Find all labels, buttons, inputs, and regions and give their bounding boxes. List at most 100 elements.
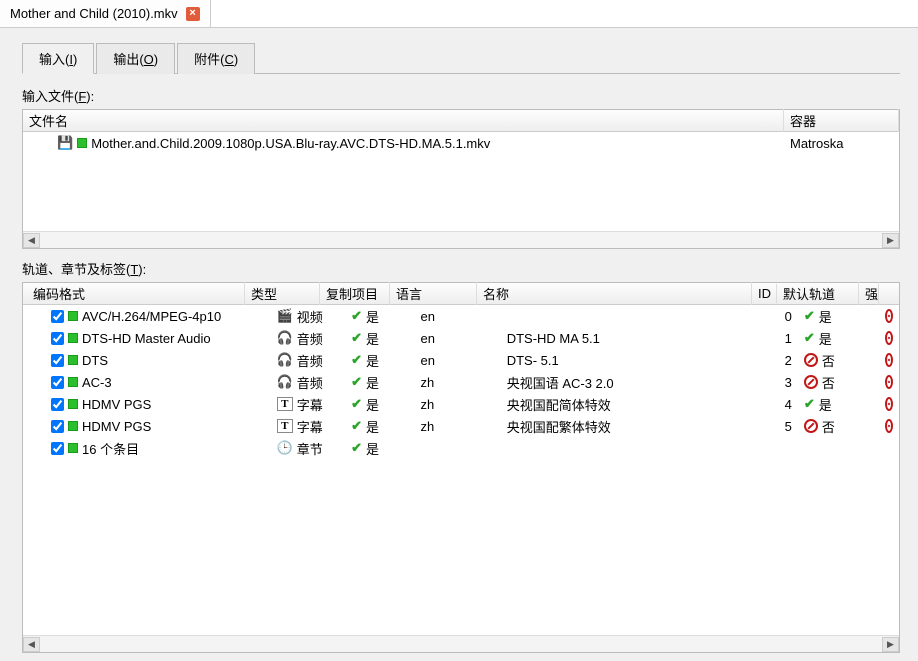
- tracks-header-id[interactable]: ID: [752, 284, 777, 303]
- track-row[interactable]: HDMV PGST字幕✔ 是zh央视国配繁体特效5 否: [23, 415, 899, 437]
- disk-icon: 💾: [57, 135, 73, 151]
- track-name: 央视国配简体特效: [501, 395, 773, 414]
- track-checkbox[interactable]: [51, 398, 64, 411]
- track-lang: en: [414, 353, 500, 368]
- track-name: DTS-HD MA 5.1: [501, 331, 773, 346]
- track-type: 音频: [297, 351, 323, 370]
- files-header-name[interactable]: 文件名: [23, 109, 784, 132]
- track-row[interactable]: 16 个条目🕒章节✔ 是: [23, 437, 899, 459]
- no-icon: [804, 353, 818, 367]
- close-icon[interactable]: ×: [186, 7, 200, 21]
- track-name: 央视国配繁体特效: [501, 417, 773, 436]
- track-default: ✔ 是: [798, 307, 879, 326]
- track-row[interactable]: AC-3🎧音频✔ 是zh央视国语 AC-3 2.03 否: [23, 371, 899, 393]
- video-icon: 🎬: [277, 308, 293, 324]
- content-area: 输入(I) 输出(O) 附件(C) 输入文件(F): 文件名 容器 💾: [0, 28, 918, 661]
- check-icon: ✔: [804, 330, 815, 346]
- track-codec: AC-3: [82, 375, 112, 390]
- tracks-panel: 编码格式 类型 复制项目 语言 名称 ID 默认轨道 强 AVC/H.264/M…: [22, 282, 900, 653]
- track-forced: [879, 353, 899, 367]
- track-row[interactable]: DTS🎧音频✔ 是enDTS- 5.12 否: [23, 349, 899, 371]
- status-square-icon: [68, 355, 78, 365]
- track-row[interactable]: HDMV PGST字幕✔ 是zh央视国配简体特效4✔ 是: [23, 393, 899, 415]
- scroll-right-icon[interactable]: ▶: [882, 637, 899, 652]
- track-default: ✔ 是: [798, 329, 879, 348]
- subtitle-icon: T: [277, 397, 293, 411]
- files-rows: 💾 Mother.and.Child.2009.1080p.USA.Blu-ra…: [23, 132, 899, 231]
- page-tabbar: 输入(I) 输出(O) 附件(C): [22, 42, 900, 74]
- tracks-header-name[interactable]: 名称: [477, 282, 752, 305]
- track-checkbox[interactable]: [51, 310, 64, 323]
- track-checkbox[interactable]: [51, 420, 64, 433]
- track-lang: zh: [414, 419, 500, 434]
- track-copy: ✔ 是: [345, 329, 414, 348]
- track-copy: ✔ 是: [345, 439, 414, 458]
- tab-output[interactable]: 输出(O): [96, 43, 175, 74]
- tracks-hscroll[interactable]: ◀ ▶: [23, 635, 899, 652]
- track-checkbox[interactable]: [51, 376, 64, 389]
- track-id: 3: [773, 375, 798, 390]
- scroll-left-icon[interactable]: ◀: [23, 233, 40, 248]
- status-square-icon: [68, 421, 78, 431]
- track-checkbox[interactable]: [51, 442, 64, 455]
- audio-icon: 🎧: [277, 374, 293, 390]
- track-forced: [879, 331, 899, 345]
- no-icon: [804, 375, 818, 389]
- tracks-header-lang[interactable]: 语言: [390, 282, 477, 305]
- track-type: 字幕: [297, 395, 323, 414]
- tab-input[interactable]: 输入(I): [22, 43, 94, 74]
- track-forced: [879, 309, 899, 323]
- tracks-header-type[interactable]: 类型: [245, 282, 320, 305]
- check-icon: ✔: [804, 308, 815, 324]
- track-codec: HDMV PGS: [82, 419, 151, 434]
- track-id: 0: [773, 309, 798, 324]
- files-hscroll[interactable]: ◀ ▶: [23, 231, 899, 248]
- check-icon: ✔: [804, 396, 815, 412]
- tracks-label: 轨道、章节及标签(T):: [22, 259, 900, 278]
- no-icon: [885, 375, 893, 389]
- document-tab[interactable]: Mother and Child (2010).mkv ×: [0, 0, 211, 27]
- check-icon: ✔: [351, 396, 362, 412]
- track-row[interactable]: AVC/H.264/MPEG-4p10🎬视频✔ 是en0✔ 是: [23, 305, 899, 327]
- track-name: DTS- 5.1: [501, 353, 773, 368]
- input-files-label: 输入文件(F):: [22, 86, 900, 105]
- status-square-icon: [68, 333, 78, 343]
- track-checkbox[interactable]: [51, 354, 64, 367]
- track-default: 否: [798, 351, 879, 370]
- chapters-icon: 🕒: [277, 440, 293, 456]
- track-id: 5: [773, 419, 798, 434]
- file-name: Mother.and.Child.2009.1080p.USA.Blu-ray.…: [91, 136, 490, 151]
- tab-attachments[interactable]: 附件(C): [177, 43, 255, 74]
- no-icon: [885, 397, 893, 411]
- tracks-header-copy[interactable]: 复制项目: [320, 282, 390, 305]
- document-tabbar: Mother and Child (2010).mkv ×: [0, 0, 918, 28]
- tracks-header-codec[interactable]: 编码格式: [23, 282, 245, 305]
- track-copy: ✔ 是: [345, 395, 414, 414]
- tracks-header-default[interactable]: 默认轨道: [777, 282, 859, 305]
- scroll-left-icon[interactable]: ◀: [23, 637, 40, 652]
- check-icon: ✔: [351, 374, 362, 390]
- track-forced: [879, 375, 899, 389]
- tracks-headers: 编码格式 类型 复制项目 语言 名称 ID 默认轨道 强: [23, 283, 899, 305]
- track-name: 央视国语 AC-3 2.0: [501, 373, 773, 392]
- tracks-header-forced[interactable]: 强: [859, 282, 879, 305]
- track-forced: [879, 397, 899, 411]
- audio-icon: 🎧: [277, 352, 293, 368]
- files-header-container[interactable]: 容器: [784, 109, 899, 132]
- track-type: 视频: [297, 307, 323, 326]
- track-lang: zh: [414, 397, 500, 412]
- file-row[interactable]: 💾 Mother.and.Child.2009.1080p.USA.Blu-ra…: [23, 132, 899, 154]
- track-type: 音频: [297, 373, 323, 392]
- document-tab-title: Mother and Child (2010).mkv: [10, 6, 178, 21]
- track-copy: ✔ 是: [345, 307, 414, 326]
- track-checkbox[interactable]: [51, 332, 64, 345]
- scroll-right-icon[interactable]: ▶: [882, 233, 899, 248]
- track-lang: en: [414, 331, 500, 346]
- files-headers: 文件名 容器: [23, 110, 899, 132]
- no-icon: [885, 309, 893, 323]
- track-copy: ✔ 是: [345, 417, 414, 436]
- track-row[interactable]: DTS-HD Master Audio🎧音频✔ 是enDTS-HD MA 5.1…: [23, 327, 899, 349]
- status-square-icon: [68, 377, 78, 387]
- subtitle-icon: T: [277, 419, 293, 433]
- track-codec: DTS: [82, 353, 108, 368]
